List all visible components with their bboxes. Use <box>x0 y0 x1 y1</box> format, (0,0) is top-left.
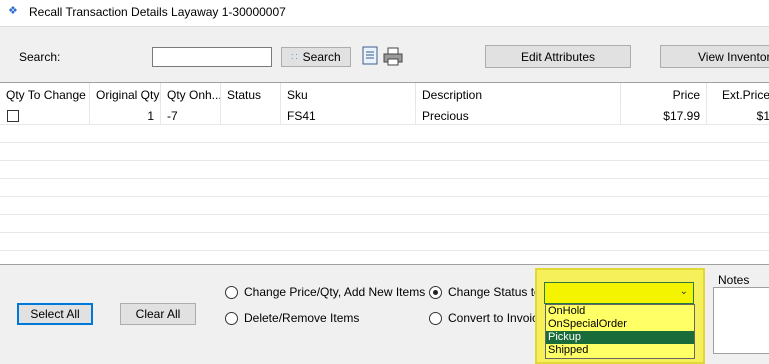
qty-onhand-cell: -7 <box>161 108 221 125</box>
status-option-onhold[interactable]: OnHold <box>546 305 694 318</box>
table-row[interactable]: 1 -7 FS41 Precious $17.99 $1 <box>0 108 769 125</box>
title-bar: ❖ Recall Transaction Details Layaway 1-3… <box>0 0 769 27</box>
convert-to-invoice-option[interactable]: Convert to Invoice <box>429 311 545 325</box>
delete-remove-radio[interactable] <box>225 311 238 325</box>
status-cell <box>221 108 281 125</box>
empty-row <box>0 216 769 233</box>
empty-row <box>0 198 769 215</box>
change-price-qty-option[interactable]: Change Price/Qty, Add New Items <box>225 285 425 299</box>
column-header-price[interactable]: Price <box>621 83 707 108</box>
change-price-qty-label: Change Price/Qty, Add New Items <box>244 285 426 299</box>
status-dropdown-list: OnHold OnSpecialOrder Pickup Shipped <box>545 304 695 359</box>
sku-cell: FS41 <box>281 108 416 125</box>
printer-icon[interactable] <box>383 47 403 66</box>
notes-textarea[interactable] <box>713 287 769 354</box>
change-status-label: Change Status to: <box>448 285 545 299</box>
status-option-pickup[interactable]: Pickup <box>546 331 694 344</box>
search-input[interactable] <box>152 47 272 67</box>
items-grid: Qty To Change Original Qty Qty Onh... St… <box>0 82 769 265</box>
empty-row <box>0 180 769 197</box>
app-icon: ❖ <box>8 5 18 17</box>
view-inventory-button[interactable]: View Inventory <box>660 45 769 68</box>
delete-remove-label: Delete/Remove Items <box>244 311 360 325</box>
column-header-sku[interactable]: Sku <box>281 83 416 108</box>
column-header-qty-to-change[interactable]: Qty To Change <box>0 83 90 108</box>
status-option-shipped[interactable]: Shipped <box>546 344 694 357</box>
change-status-option[interactable]: Change Status to: <box>429 285 544 299</box>
original-qty-cell: 1 <box>90 108 161 125</box>
convert-to-invoice-radio[interactable] <box>429 311 442 325</box>
edit-attributes-button[interactable]: Edit Attributes <box>485 45 631 68</box>
column-header-qty-onhand[interactable]: Qty Onh... <box>161 83 221 108</box>
chevron-down-icon[interactable]: ⌄ <box>680 286 688 297</box>
window-title: Recall Transaction Details Layaway 1-300… <box>29 5 286 19</box>
empty-row <box>0 234 769 251</box>
column-header-status[interactable]: Status <box>221 83 281 108</box>
empty-row <box>0 144 769 161</box>
status-combobox[interactable]: ⌄ <box>544 282 694 304</box>
search-label: Search: <box>19 50 61 64</box>
column-header-description[interactable]: Description <box>416 83 621 108</box>
price-cell: $17.99 <box>621 108 707 125</box>
qty-to-change-cell <box>0 108 90 125</box>
column-header-original-qty[interactable]: Original Qty <box>90 83 161 108</box>
ext-price-cell: $1 <box>707 108 769 125</box>
notes-label: Notes <box>718 273 750 287</box>
notes-document-icon[interactable] <box>362 46 380 66</box>
change-price-qty-radio[interactable] <box>225 285 238 299</box>
status-option-onspecialorder[interactable]: OnSpecialOrder <box>546 318 694 331</box>
description-cell: Precious <box>416 108 621 125</box>
delete-remove-option[interactable]: Delete/Remove Items <box>225 311 359 325</box>
change-status-radio[interactable] <box>429 285 442 299</box>
clear-all-button[interactable]: Clear All <box>120 303 196 325</box>
empty-row <box>0 126 769 143</box>
empty-row <box>0 162 769 179</box>
search-button[interactable]: ∷ Search <box>281 47 351 67</box>
column-header-ext-price[interactable]: Ext.Price <box>707 83 769 108</box>
search-dots-icon: ∷ <box>291 51 298 63</box>
convert-to-invoice-label: Convert to Invoice <box>448 311 545 325</box>
search-button-label: Search <box>302 50 341 64</box>
qty-to-change-checkbox[interactable] <box>7 110 19 122</box>
select-all-button[interactable]: Select All <box>17 303 93 325</box>
